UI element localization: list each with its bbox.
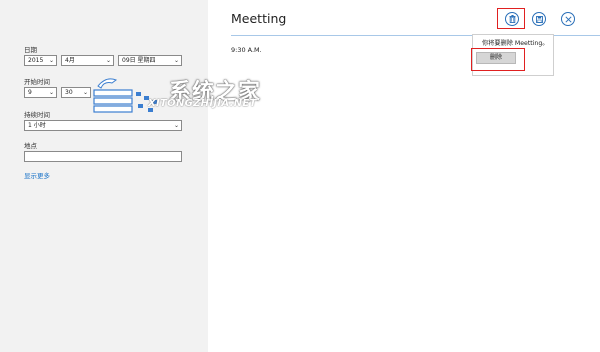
chevron-down-icon: ⌄ — [48, 89, 54, 96]
confirm-delete-button[interactable]: 删除 — [476, 52, 516, 64]
chevron-down-icon: ⌄ — [105, 57, 111, 64]
day-select[interactable]: 09日 星期四 ⌄ — [118, 55, 182, 66]
start-hour-value: 9 — [28, 89, 32, 96]
event-title[interactable]: Meetting — [231, 11, 286, 26]
chevron-down-icon: ⌄ — [173, 122, 179, 129]
chevron-down-icon: ⌄ — [82, 89, 88, 96]
duration-value: 1 小时 — [28, 122, 46, 129]
month-select[interactable]: 4月 ⌄ — [61, 55, 114, 66]
chevron-down-icon: ⌄ — [48, 57, 54, 64]
start-minute-select[interactable]: 30 ⌄ — [61, 87, 91, 98]
start-minute-value: 30 — [65, 89, 73, 96]
day-value: 09日 星期四 — [122, 57, 156, 64]
date-label: 日期 — [24, 46, 37, 54]
delete-button[interactable] — [505, 12, 519, 26]
trash-icon — [509, 15, 515, 23]
location-label: 地点 — [24, 142, 37, 150]
delete-confirm-message: 你将要删除 Meetting。 — [482, 40, 549, 47]
duration-label: 持续时间 — [24, 111, 50, 119]
save-icon — [535, 15, 543, 23]
close-icon — [564, 15, 572, 23]
chevron-down-icon: ⌄ — [173, 57, 179, 64]
duration-select[interactable]: 1 小时 ⌄ — [24, 120, 182, 131]
year-value: 2015 — [28, 57, 44, 64]
watermark-url: XITONGZHIJIA.NET — [148, 98, 257, 109]
event-time: 9:30 A.M. — [231, 46, 262, 54]
month-value: 4月 — [65, 57, 75, 64]
save-button[interactable] — [532, 12, 546, 26]
location-input[interactable] — [24, 151, 182, 162]
close-button[interactable] — [561, 12, 575, 26]
watermark-logo — [93, 78, 157, 113]
start-hour-select[interactable]: 9 ⌄ — [24, 87, 57, 98]
year-select[interactable]: 2015 ⌄ — [24, 55, 57, 66]
show-more-link[interactable]: 显示更多 — [24, 170, 50, 180]
start-time-label: 开始时间 — [24, 78, 50, 86]
